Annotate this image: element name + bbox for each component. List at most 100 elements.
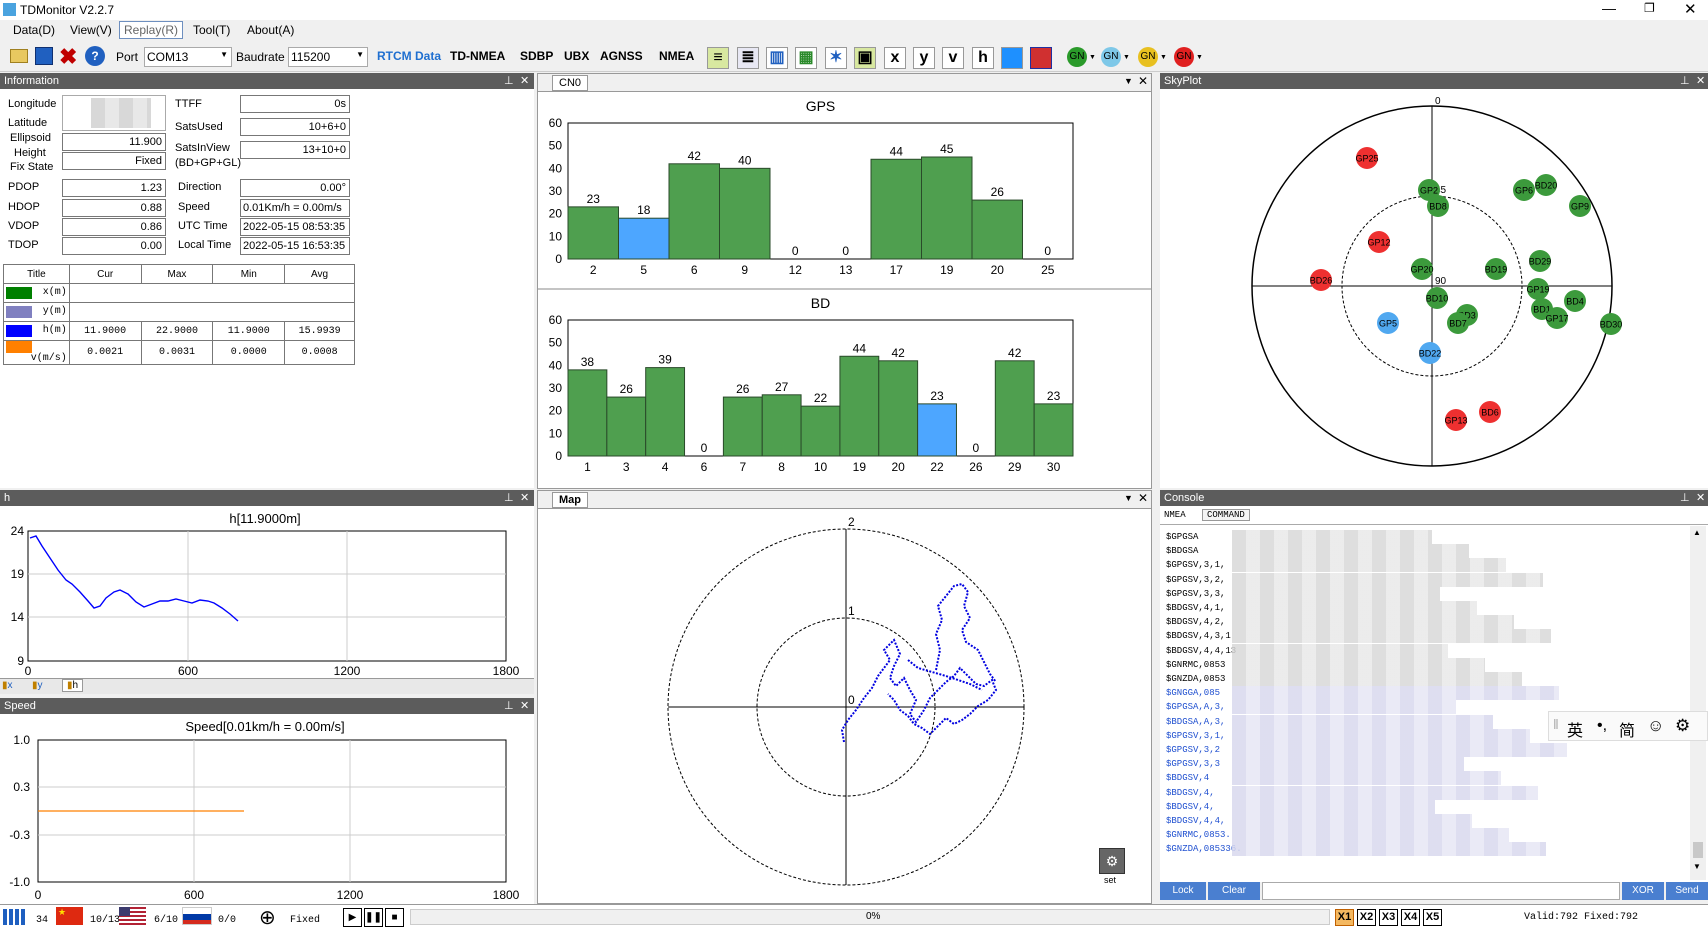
menu-view[interactable]: View(V) <box>67 23 115 37</box>
document-icon[interactable]: ≣ <box>737 47 759 69</box>
bar-chart-icon[interactable]: ▥ <box>766 47 788 69</box>
sats-in-view-field: 13+10+0 <box>240 141 350 159</box>
open-folder-icon[interactable] <box>10 49 28 63</box>
close-panel-icon[interactable]: ✕ <box>1696 490 1705 506</box>
replay-progress-bar[interactable]: 0% <box>410 909 1330 925</box>
speed-x4-button[interactable]: X4 <box>1401 909 1420 926</box>
pin-icon[interactable]: ⊥ <box>504 73 514 89</box>
pin-icon[interactable]: ⊥ <box>504 490 514 506</box>
close-panel-icon[interactable]: ✕ <box>1696 73 1705 89</box>
scroll-down-icon[interactable]: ▼ <box>1693 862 1701 871</box>
pin-icon[interactable]: ⊥ <box>1680 73 1690 89</box>
gn-red-button[interactable]: GN <box>1174 47 1194 67</box>
close-tab-icon[interactable]: ✕ <box>1138 491 1148 505</box>
stop-button[interactable]: ■ <box>385 908 404 927</box>
redacted-text <box>1232 799 1435 814</box>
ime-language-icon[interactable]: 英 <box>1567 717 1583 741</box>
tab-command[interactable]: COMMAND <box>1202 509 1250 521</box>
close-panel-icon[interactable]: ✕ <box>520 490 529 506</box>
close-panel-icon[interactable]: ✕ <box>520 698 529 714</box>
save-icon[interactable] <box>35 47 53 65</box>
console-scrollbar[interactable]: ▲ ▼ <box>1690 526 1706 880</box>
tab-nmea[interactable]: NMEA <box>1164 510 1186 520</box>
row-label: h(m) <box>42 325 67 336</box>
ttff-field: 0s <box>240 95 350 113</box>
chevron-down-icon[interactable]: ▼ <box>1089 54 1096 61</box>
minimize-icon[interactable]: — <box>1602 0 1616 16</box>
close-red-icon[interactable]: ✖ <box>59 44 77 70</box>
bd-bar <box>567 369 608 457</box>
tab-cn0[interactable]: CN0 <box>552 75 589 91</box>
y-chart-button[interactable]: y <box>913 47 935 69</box>
h-panel-title: h <box>4 492 11 504</box>
bd-chart-title: BD <box>811 295 830 311</box>
map-icon[interactable]: ▣ <box>854 47 876 69</box>
tab-x[interactable]: ▮x <box>2 680 13 691</box>
close-tab-icon[interactable]: ✕ <box>1138 74 1148 88</box>
ime-simplified-icon[interactable]: 简 <box>1619 717 1635 741</box>
bd-bar-label: 27 <box>775 380 789 394</box>
scroll-up-icon[interactable]: ▲ <box>1693 528 1701 537</box>
tab-h[interactable]: ▮h <box>62 679 84 692</box>
menu-tool[interactable]: Tool(T) <box>190 23 233 37</box>
command-input[interactable] <box>1262 882 1620 900</box>
baud-label: Baudrate <box>236 50 285 64</box>
flag-icon[interactable] <box>1030 47 1052 69</box>
close-panel-icon[interactable]: ✕ <box>520 73 529 89</box>
gn-yellow-button[interactable]: GN <box>1138 47 1158 67</box>
bd-bar-label: 23 <box>930 389 944 403</box>
x-chart-button[interactable]: x <box>884 47 906 69</box>
td-nmea-button[interactable]: TD-NMEA <box>450 49 505 63</box>
ubx-button[interactable]: UBX <box>564 49 589 63</box>
agnss-button[interactable]: AGNSS <box>600 49 643 63</box>
chevron-down-icon[interactable]: ▼ <box>1160 54 1167 61</box>
rtcm-data-button[interactable]: RTCM Data <box>377 49 441 63</box>
pin-icon[interactable]: ⊥ <box>504 698 514 714</box>
chevron-down-icon[interactable]: ▼ <box>1196 54 1203 61</box>
lock-button[interactable]: Lock <box>1160 882 1206 900</box>
chevron-down-icon[interactable]: ▼ <box>1123 54 1130 61</box>
tab-y[interactable]: ▮y <box>32 680 43 691</box>
ime-punctuation-icon[interactable]: •, <box>1597 717 1607 735</box>
table-header: Title <box>3 264 70 284</box>
play-button[interactable]: ▶ <box>343 908 362 927</box>
send-button[interactable]: Send <box>1666 882 1708 900</box>
gn-green-button[interactable]: GN <box>1067 47 1087 67</box>
menu-data[interactable]: Data(D) <box>10 23 58 37</box>
speed-x2-button[interactable]: X2 <box>1357 909 1376 926</box>
restore-icon[interactable]: ❐ <box>1644 1 1655 15</box>
menu-replay[interactable]: Replay(R) <box>119 21 184 39</box>
port-select[interactable]: COM13 ▼ <box>144 47 232 67</box>
nmea-button[interactable]: NMEA <box>659 49 694 63</box>
bd-bar-label: 22 <box>814 391 828 405</box>
chevron-down-icon[interactable]: ▼ <box>1124 493 1133 503</box>
close-icon[interactable]: ✕ <box>1684 0 1697 18</box>
speed-x5-button[interactable]: X5 <box>1423 909 1442 926</box>
console-line: $GPGSA <box>1166 532 1199 542</box>
pin-icon[interactable]: ⊥ <box>1680 490 1690 506</box>
speed-x1-button[interactable]: X1 <box>1335 909 1354 926</box>
speed-x3-button[interactable]: X3 <box>1379 909 1398 926</box>
sdbp-button[interactable]: SDBP <box>520 49 553 63</box>
list-icon[interactable]: ≡ <box>707 47 729 69</box>
v-chart-button[interactable]: v <box>942 47 964 69</box>
gn-blue-button[interactable]: GN <box>1101 47 1121 67</box>
ime-emoji-icon[interactable]: ☺ <box>1647 716 1664 736</box>
pause-button[interactable]: ❚❚ <box>364 908 383 927</box>
menu-about[interactable]: About(A) <box>244 23 297 37</box>
ime-settings-icon[interactable]: ⚙ <box>1675 716 1690 736</box>
row-title: y(m) <box>3 302 70 322</box>
scroll-thumb[interactable] <box>1693 842 1703 858</box>
h-chart-button[interactable]: h <box>972 47 994 69</box>
satellite-icon[interactable]: ✶ <box>825 47 847 69</box>
help-icon[interactable]: ? <box>85 46 105 66</box>
baud-select[interactable]: 115200 ▼ <box>288 47 368 67</box>
column-chart-icon[interactable]: ▦ <box>795 47 817 69</box>
monitor-icon[interactable] <box>1001 47 1023 69</box>
chevron-down-icon[interactable]: ▼ <box>1124 76 1133 86</box>
tab-map[interactable]: Map <box>552 492 588 508</box>
redacted-text <box>1232 785 1538 800</box>
xor-button[interactable]: XOR <box>1622 882 1664 900</box>
clear-button[interactable]: Clear <box>1208 882 1260 900</box>
map-settings-icon[interactable]: ⚙ <box>1099 848 1125 874</box>
